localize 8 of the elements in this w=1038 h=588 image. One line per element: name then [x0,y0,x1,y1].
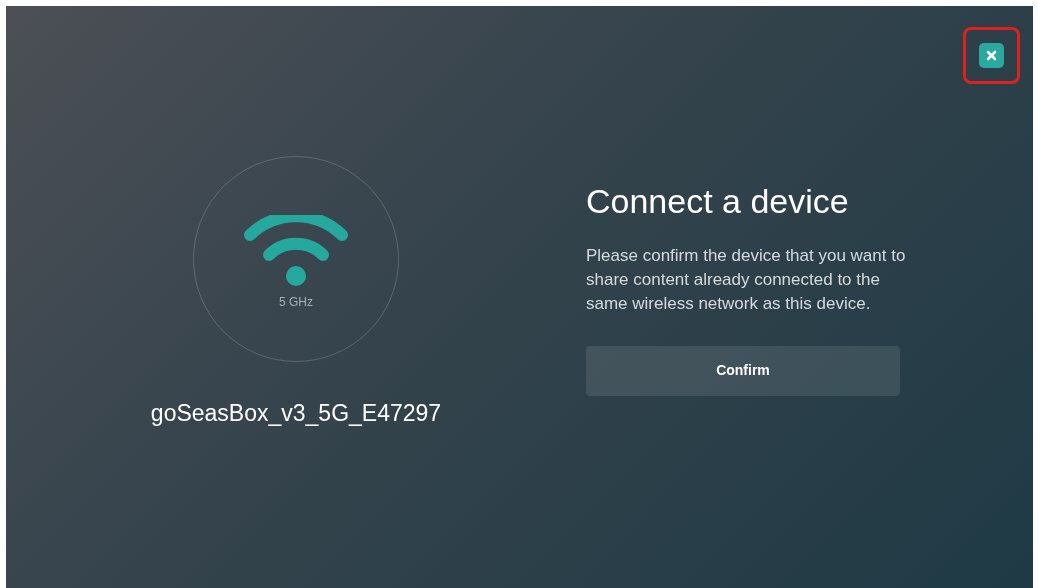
band-label: 5 GHz [279,294,313,311]
wifi-icon [244,215,348,287]
confirm-button[interactable]: Confirm [586,345,900,396]
close-icon [986,50,997,61]
dialog-message: Please confirm the device that you want to share content already connected to the same wireless network as this device. [586,244,907,315]
dialog-title: Connect a device [586,181,850,222]
network-name: goSeasBox_v3_5G_E47297 [150,399,442,428]
close-button[interactable] [979,43,1004,68]
